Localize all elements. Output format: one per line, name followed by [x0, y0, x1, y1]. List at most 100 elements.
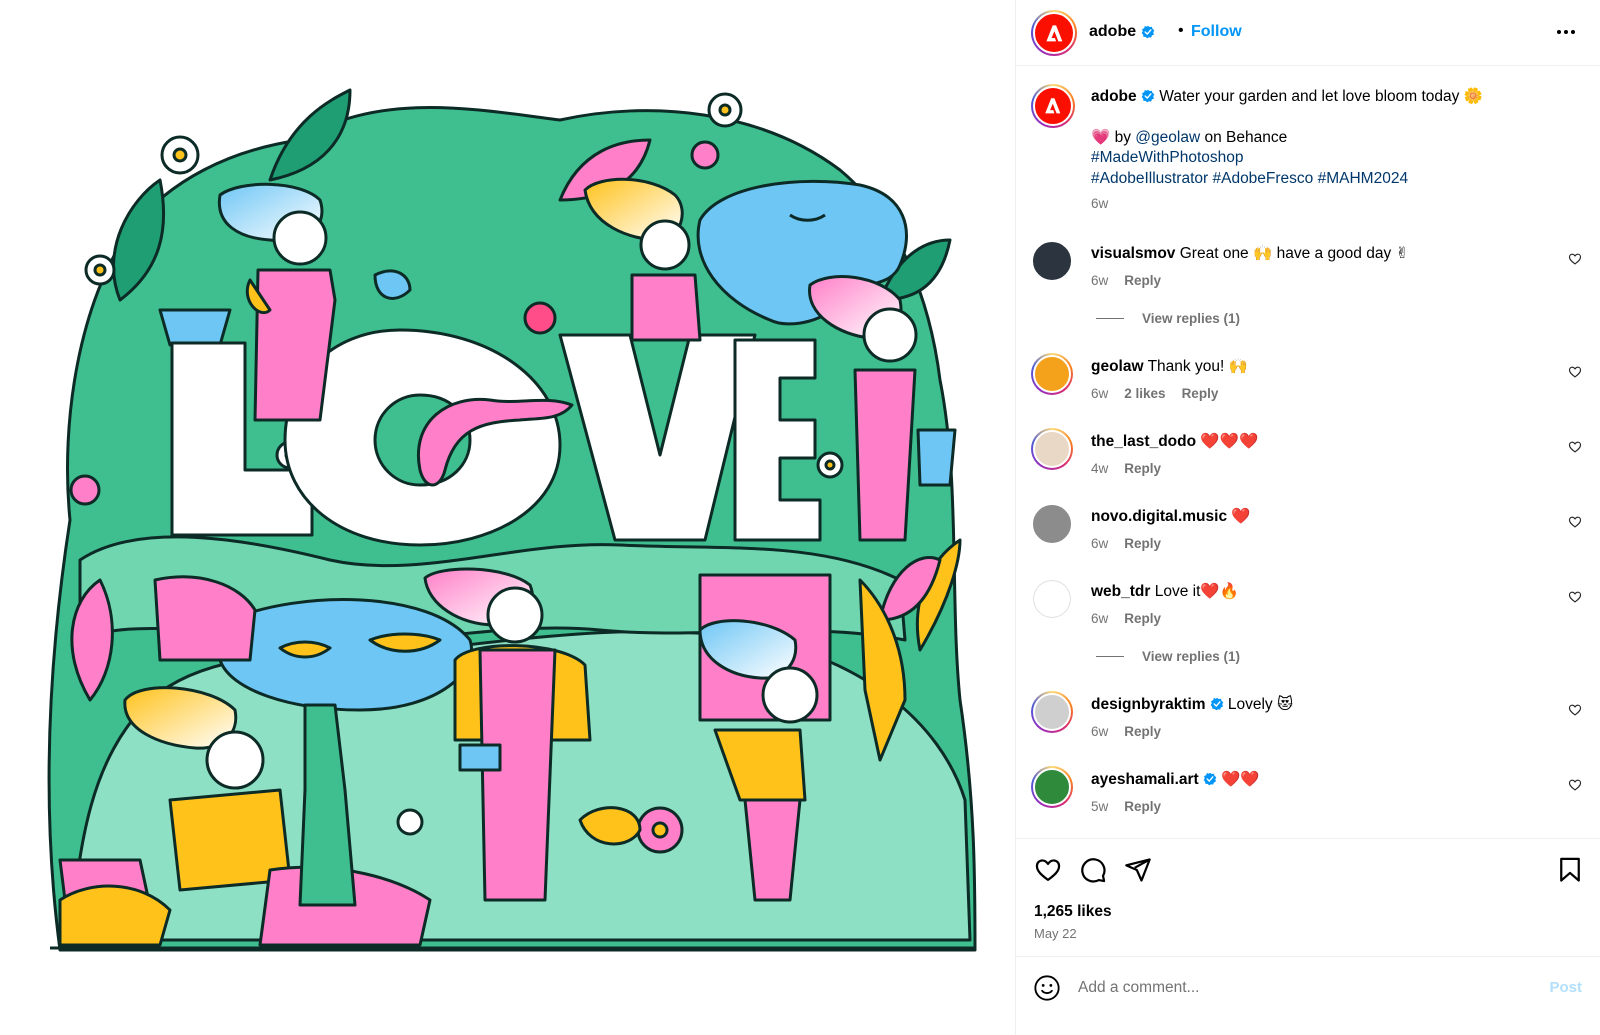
mention-link[interactable]: @geolaw [1135, 129, 1200, 146]
comment-time[interactable]: 6w [1091, 273, 1108, 288]
comment-time[interactable]: 6w [1091, 724, 1108, 739]
commenter-avatar[interactable] [1031, 503, 1073, 545]
commenter-username[interactable]: web_tdr [1091, 583, 1150, 600]
more-horizontal-icon[interactable] [1554, 20, 1578, 44]
comment-meta: 6w 2 likes Reply [1091, 386, 1218, 401]
comment-like-heart-icon[interactable] [1568, 703, 1582, 717]
header-username-block[interactable]: adobe [1089, 23, 1155, 41]
post-media[interactable] [0, 0, 1015, 1035]
commenter-username[interactable]: visualsmov [1091, 245, 1175, 262]
comment-meta: 5w Reply [1091, 799, 1161, 814]
commenter-username[interactable]: novo.digital.music [1091, 508, 1227, 525]
comment-like-heart-icon[interactable] [1568, 590, 1582, 604]
caption-username[interactable]: adobe [1091, 88, 1137, 105]
comment-meta: 6w Reply [1091, 611, 1161, 626]
verified-badge-icon [1210, 697, 1223, 711]
share-icon[interactable] [1124, 856, 1152, 884]
verified-badge-icon [1141, 89, 1155, 103]
reply-button[interactable]: Reply [1124, 536, 1161, 551]
add-comment-bar: Post [1016, 956, 1600, 1035]
avatar-image [1031, 578, 1073, 620]
view-replies-button[interactable]: View replies (1) [1096, 649, 1240, 664]
caption-timestamp[interactable]: 6w [1091, 196, 1108, 211]
bookmark-icon[interactable] [1556, 856, 1584, 884]
commenter-avatar[interactable] [1031, 766, 1073, 808]
comment-time[interactable]: 6w [1091, 611, 1108, 626]
comments-scroll-area[interactable]: adobe Water your garden and let love blo… [1016, 67, 1600, 837]
avatar-image [1031, 240, 1073, 282]
view-replies-label[interactable]: View replies (1) [1142, 649, 1240, 664]
verified-badge-icon [1203, 772, 1217, 786]
reply-button[interactable]: Reply [1124, 724, 1161, 739]
comment-text-line: geolaw Thank you! 🙌 [1091, 357, 1248, 376]
like-count[interactable]: 1,265 likes [1034, 903, 1112, 921]
comment-item: geolaw Thank you! 🙌 6w 2 likes Reply [1016, 353, 1600, 413]
header-username[interactable]: adobe [1089, 23, 1136, 41]
commenter-avatar[interactable] [1031, 240, 1073, 282]
caption-credit-suffix: on Behance [1200, 128, 1288, 146]
profile-avatar[interactable] [1031, 10, 1077, 56]
comment-text-line: ayeshamali.art ❤️❤️ [1091, 770, 1260, 789]
avatar-image [1033, 768, 1071, 806]
comment-input[interactable] [1078, 973, 1498, 1003]
follow-button[interactable]: Follow [1191, 23, 1242, 41]
emoji-icon[interactable] [1033, 974, 1061, 1002]
commenter-avatar[interactable] [1031, 578, 1073, 620]
comment-likes[interactable]: 2 likes [1124, 386, 1165, 401]
post-actions: 1,265 likes May 22 [1016, 838, 1600, 956]
replies-divider-line [1096, 656, 1124, 657]
comment-time[interactable]: 5w [1091, 799, 1108, 814]
comment-icon[interactable] [1079, 856, 1107, 884]
comment-like-heart-icon[interactable] [1568, 778, 1582, 792]
comment-body: Thank you! 🙌 [1147, 358, 1248, 375]
reply-button[interactable]: Reply [1124, 273, 1161, 288]
caption-avatar[interactable] [1031, 84, 1075, 128]
love-garden-artwork [47, 88, 977, 952]
comment-text-line: web_tdr Love it❤️🔥 [1091, 582, 1239, 601]
comment-like-heart-icon[interactable] [1568, 365, 1582, 379]
comment-like-heart-icon[interactable] [1568, 440, 1582, 454]
reply-button[interactable]: Reply [1124, 611, 1161, 626]
comment-body: ❤️❤️ [1221, 771, 1260, 788]
comment-item: the_last_dodo ❤️❤️❤️ 4w Reply [1016, 428, 1600, 488]
commenter-username[interactable]: the_last_dodo [1091, 433, 1196, 450]
comment-text-line: the_last_dodo ❤️❤️❤️ [1091, 432, 1258, 451]
reply-button[interactable]: Reply [1124, 799, 1161, 814]
verified-badge-icon [1141, 25, 1155, 39]
comment-item: designbyraktim Lovely 😻 6w Reply [1016, 691, 1600, 751]
header-separator: • [1178, 22, 1184, 39]
comment-meta: 4w Reply [1091, 461, 1161, 476]
heart-icon[interactable] [1034, 856, 1062, 884]
comment-time[interactable]: 6w [1091, 386, 1108, 401]
post-comment-button[interactable]: Post [1549, 979, 1582, 996]
comment-text-line: designbyraktim Lovely 😻 [1091, 695, 1293, 714]
avatar-image [1033, 430, 1071, 468]
comment-time[interactable]: 6w [1091, 536, 1108, 551]
reply-button[interactable]: Reply [1182, 386, 1219, 401]
comment-meta: 6w Reply [1091, 273, 1161, 288]
commenter-username[interactable]: ayeshamali.art [1091, 771, 1199, 788]
hashtag-link[interactable]: #AdobeIllustrator #AdobeFresco #MAHM2024 [1091, 169, 1561, 190]
reply-button[interactable]: Reply [1124, 461, 1161, 476]
adobe-logo-icon [1046, 25, 1062, 41]
post-caption: adobe Water your garden and let love blo… [1091, 87, 1561, 189]
comment-text-line: visualsmov Great one 🙌 have a good day ✌ [1091, 244, 1409, 263]
comment-meta: 6w Reply [1091, 536, 1161, 551]
post-sidebar: adobe • Follow adobe Water your garden a… [1015, 0, 1600, 1035]
comment-time[interactable]: 4w [1091, 461, 1108, 476]
commenter-avatar[interactable] [1031, 691, 1073, 733]
avatar-image [1031, 503, 1073, 545]
comment-item: ayeshamali.art ❤️❤️ 5w Reply [1016, 766, 1600, 826]
post-date[interactable]: May 22 [1034, 926, 1077, 941]
commenter-username[interactable]: geolaw [1091, 358, 1144, 375]
hashtag-link[interactable]: #MadeWithPhotoshop [1091, 148, 1561, 169]
comment-like-heart-icon[interactable] [1568, 252, 1582, 266]
comment-like-heart-icon[interactable] [1568, 515, 1582, 529]
view-replies-label[interactable]: View replies (1) [1142, 311, 1240, 326]
commenter-avatar[interactable] [1031, 428, 1073, 470]
view-replies-button[interactable]: View replies (1) [1096, 311, 1240, 326]
comment-meta: 6w Reply [1091, 724, 1161, 739]
commenter-avatar[interactable] [1031, 353, 1073, 395]
caption-credit-prefix: 💗 by [1091, 128, 1136, 146]
commenter-username[interactable]: designbyraktim [1091, 696, 1206, 713]
